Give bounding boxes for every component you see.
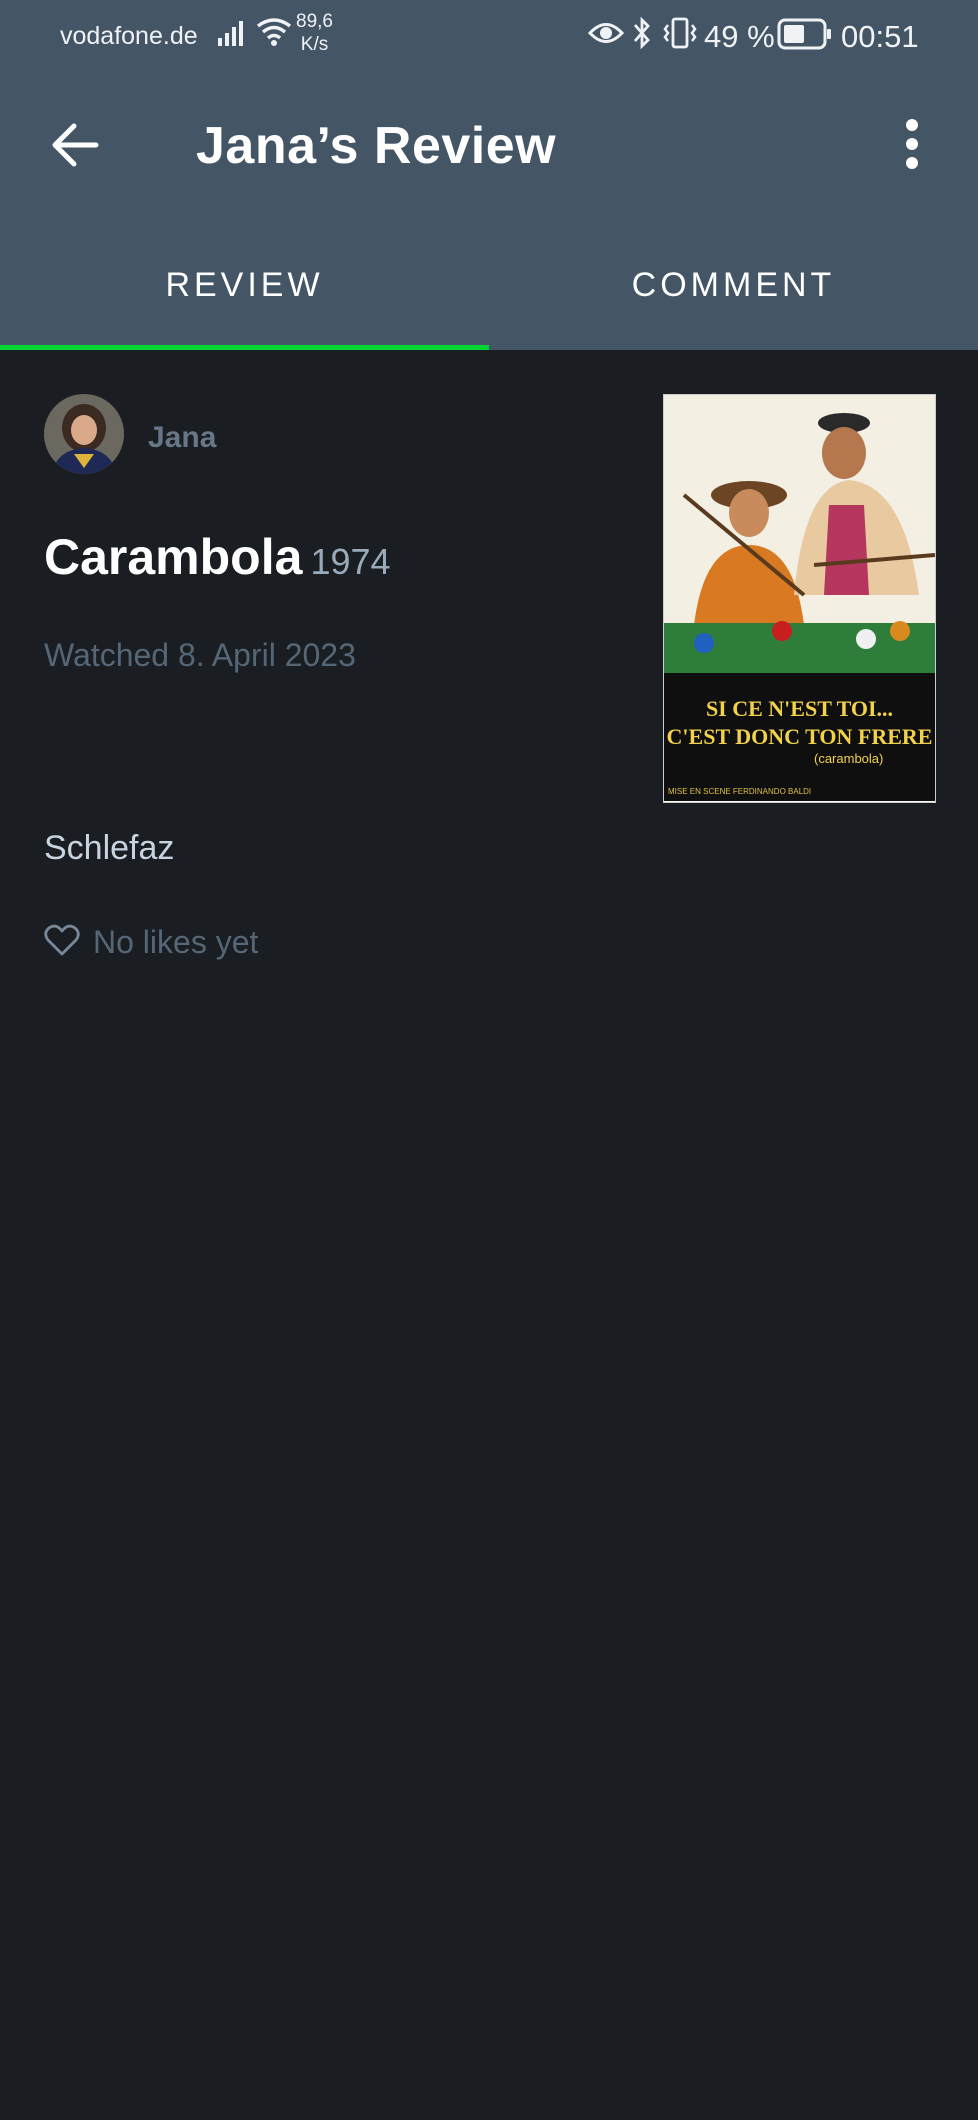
film-poster[interactable]: SI CE N'EST TOI... C'EST DONC TON FRERE … bbox=[663, 394, 936, 803]
review-author[interactable]: Jana bbox=[148, 421, 216, 455]
poster-artwork bbox=[664, 395, 935, 675]
network-speed-unit: K/s bbox=[300, 34, 329, 55]
more-vertical-icon[interactable] bbox=[894, 116, 930, 172]
status-bar: vodafone.de 89,6 K/s 49 % 00:51 bbox=[0, 0, 978, 70]
signal-icon bbox=[218, 21, 243, 46]
eye-icon bbox=[588, 23, 624, 43]
poster-headline-line1: SI CE N'EST TOI... bbox=[705, 696, 894, 721]
bluetooth-icon bbox=[633, 16, 650, 50]
clock: 00:51 bbox=[841, 19, 919, 54]
top-bar: vodafone.de 89,6 K/s 49 % 00:51 Jana’s R… bbox=[0, 0, 978, 350]
poster-credit: MISE EN SCENE FERDINANDO BALDI bbox=[668, 787, 812, 796]
film-year: 1974 bbox=[310, 541, 391, 582]
wifi-icon bbox=[256, 18, 292, 46]
battery-percent: 49 % bbox=[704, 19, 775, 54]
battery-icon bbox=[777, 18, 831, 50]
active-tab-indicator bbox=[0, 345, 489, 350]
likes-count: No likes yet bbox=[93, 924, 259, 960]
carrier-label: vodafone.de bbox=[60, 22, 198, 50]
avatar[interactable] bbox=[44, 394, 124, 474]
film-title-text[interactable]: Carambola bbox=[44, 529, 302, 585]
film-title[interactable]: Carambola 1974 bbox=[44, 528, 391, 586]
poster-subtitle: (carambola) bbox=[814, 751, 884, 766]
review-text: Schlefaz bbox=[44, 829, 175, 867]
watched-date: Watched 8. April 2023 bbox=[44, 637, 356, 673]
vibrate-icon bbox=[663, 17, 697, 49]
tab-comment[interactable]: COMMENT bbox=[489, 266, 978, 305]
poster-headline-line2: C'EST DONC TON FRERE bbox=[666, 724, 933, 749]
avatar-image bbox=[44, 394, 124, 474]
arrow-left-icon[interactable] bbox=[48, 118, 102, 172]
page-title: Jana’s Review bbox=[196, 117, 557, 175]
poster-headline: SI CE N'EST TOI... C'EST DONC TON FRERE bbox=[664, 695, 935, 751]
tab-review[interactable]: REVIEW bbox=[0, 266, 489, 305]
network-speed-value: 89,6 bbox=[296, 11, 333, 32]
heart-icon[interactable] bbox=[44, 923, 80, 957]
network-speed: 89,6 K/s bbox=[296, 10, 333, 56]
